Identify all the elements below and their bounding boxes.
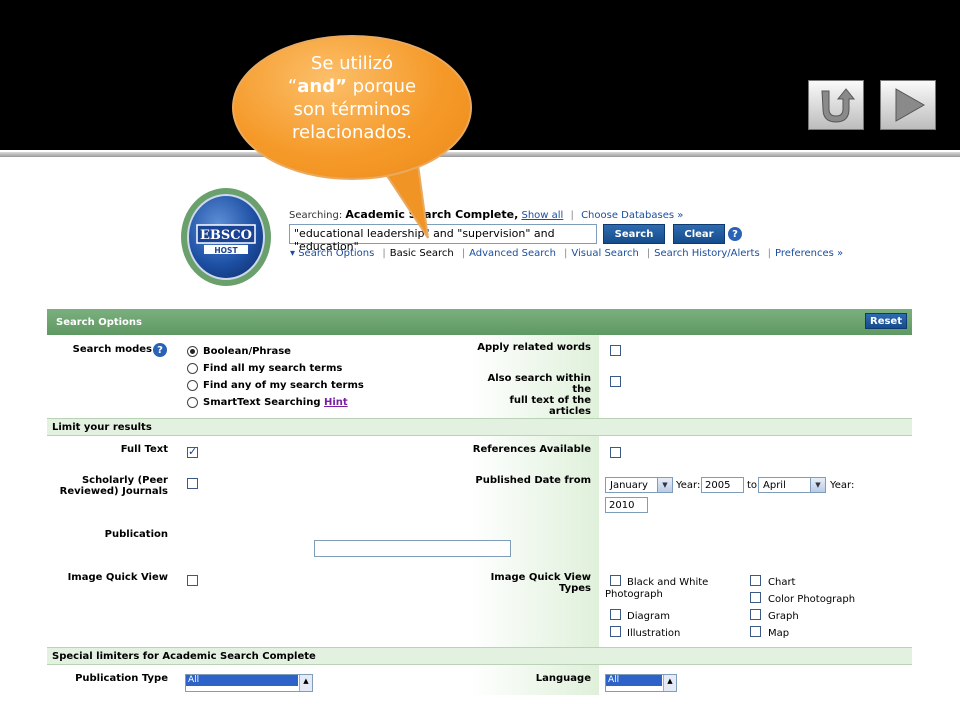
color-photo-label: Color Photograph — [768, 594, 856, 605]
help-icon[interactable]: ? — [728, 227, 742, 241]
scroll-up-icon: ▲ — [299, 675, 312, 691]
search-history-link[interactable]: Search History/Alerts — [654, 248, 760, 259]
year-from-label: Year: — [676, 480, 701, 491]
advanced-search-link[interactable]: Advanced Search — [469, 248, 556, 259]
full-text-label: Full Text — [120, 444, 168, 455]
language-listbox[interactable]: All ▲ — [605, 674, 677, 692]
choose-databases-link[interactable]: Choose Databases » — [581, 210, 683, 221]
ebsco-host-logo: EBSCO HOST — [181, 188, 271, 286]
preferences-link[interactable]: Preferences » — [775, 248, 843, 259]
iqv-types-label: Image Quick View Types — [490, 572, 591, 594]
callout-line-4: relacionados. — [292, 122, 412, 143]
pub-type-label: Publication Type — [75, 673, 168, 684]
chart-checkbox[interactable] — [750, 575, 761, 586]
scholarly-checkbox[interactable] — [187, 478, 198, 489]
illustration-checkbox[interactable] — [610, 626, 621, 637]
searching-line: Searching: Academic Search Complete, Sho… — [289, 208, 684, 221]
bw-photo-label-1: Black and White — [627, 577, 709, 588]
illustration-label: Illustration — [627, 628, 681, 639]
mode-boolean-label: Boolean/Phrase — [203, 346, 291, 357]
hint-link[interactable]: Hint — [324, 397, 348, 408]
month-to-select[interactable]: April ▼ — [758, 477, 826, 493]
year-from-input[interactable]: 2005 — [701, 477, 744, 493]
language-label: Language — [535, 673, 591, 684]
radio-find-all[interactable] — [187, 363, 198, 374]
next-button[interactable] — [880, 80, 936, 130]
svg-text:HOST: HOST — [214, 246, 238, 255]
color-photo-checkbox[interactable] — [750, 592, 761, 603]
callout-text: Se utilizó “and” porque son términos rel… — [232, 52, 472, 144]
return-icon — [821, 88, 856, 123]
ebsco-screenshot: EBSCO HOST Searching: Academic Search Co… — [47, 175, 912, 695]
basic-search-link[interactable]: Basic Search — [390, 248, 454, 259]
references-checkbox[interactable] — [610, 447, 621, 458]
month-from-select[interactable]: January ▼ — [605, 477, 673, 493]
special-limiters-header: Special limiters for Academic Search Com… — [47, 647, 912, 665]
return-button[interactable] — [808, 80, 864, 130]
show-all-link[interactable]: Show all — [521, 210, 563, 221]
iqv-checkbox[interactable] — [187, 575, 198, 586]
iqv-label: Image Quick View — [67, 572, 168, 583]
apply-related-label: Apply related words — [477, 342, 591, 353]
radio-boolean-phrase[interactable] — [187, 346, 198, 357]
chevron-down-icon: ▼ — [657, 478, 672, 492]
to-label: to — [747, 480, 758, 491]
year-to-label: Year: — [830, 480, 855, 491]
year-to-input[interactable]: 2010 — [605, 497, 648, 513]
search-options-header: Search Options — [47, 309, 912, 335]
publication-label: Publication — [104, 529, 168, 540]
scholarly-label: Scholarly (Peer Reviewed) Journals — [59, 475, 168, 497]
clear-button[interactable]: Clear — [673, 224, 725, 244]
graph-label: Graph — [768, 611, 799, 622]
scroll-up-icon: ▲ — [663, 675, 676, 691]
search-modes-label: Search modes — [72, 344, 152, 355]
callout-line-3: son términos — [293, 99, 411, 120]
full-text-checkbox[interactable] — [187, 445, 198, 458]
radio-find-any[interactable] — [187, 380, 198, 391]
mode-find-any-label: Find any of my search terms — [203, 380, 364, 391]
svg-text:EBSCO: EBSCO — [200, 228, 252, 243]
diagram-label: Diagram — [627, 611, 670, 622]
limit-results-header: Limit your results — [47, 418, 912, 436]
reset-button[interactable]: Reset — [865, 313, 907, 329]
mode-find-all-label: Find all my search terms — [203, 363, 343, 374]
graph-checkbox[interactable] — [750, 609, 761, 620]
also-search-label: Also search within the full text of the a… — [487, 373, 591, 417]
map-checkbox[interactable] — [750, 626, 761, 637]
bw-photo-checkbox[interactable] — [610, 575, 621, 586]
search-options-link[interactable]: ▾ Search Options — [290, 248, 374, 259]
chevron-down-icon: ▼ — [810, 478, 825, 492]
radio-smarttext[interactable] — [187, 397, 198, 408]
publication-input[interactable] — [314, 540, 511, 557]
pub-type-listbox[interactable]: All ▲ — [185, 674, 313, 692]
mode-smarttext-label: SmartText Searching Hint — [203, 397, 348, 408]
slide-divider — [0, 152, 960, 157]
play-next-icon — [895, 88, 926, 122]
search-input[interactable]: "educational leadership" and "supervisio… — [289, 224, 597, 253]
chart-label: Chart — [768, 577, 796, 588]
visual-search-link[interactable]: Visual Search — [571, 248, 638, 259]
diagram-checkbox[interactable] — [610, 609, 621, 620]
search-button[interactable]: Search — [603, 224, 665, 244]
search-modes-help-icon[interactable]: ? — [153, 343, 167, 357]
callout-line-2: “and” porque — [287, 76, 417, 97]
map-label: Map — [768, 628, 790, 639]
published-date-label: Published Date from — [475, 475, 591, 486]
callout-keyword: and” — [297, 76, 347, 97]
apply-related-checkbox[interactable] — [610, 345, 621, 356]
references-label: References Available — [472, 444, 591, 455]
bw-photo-label-2: Photograph — [605, 589, 663, 600]
search-links-bar: ▾ Search Options | Basic Search | Advanced S… — [290, 248, 844, 259]
callout-line-1: Se utilizó — [310, 53, 394, 74]
also-search-checkbox[interactable] — [610, 376, 621, 387]
